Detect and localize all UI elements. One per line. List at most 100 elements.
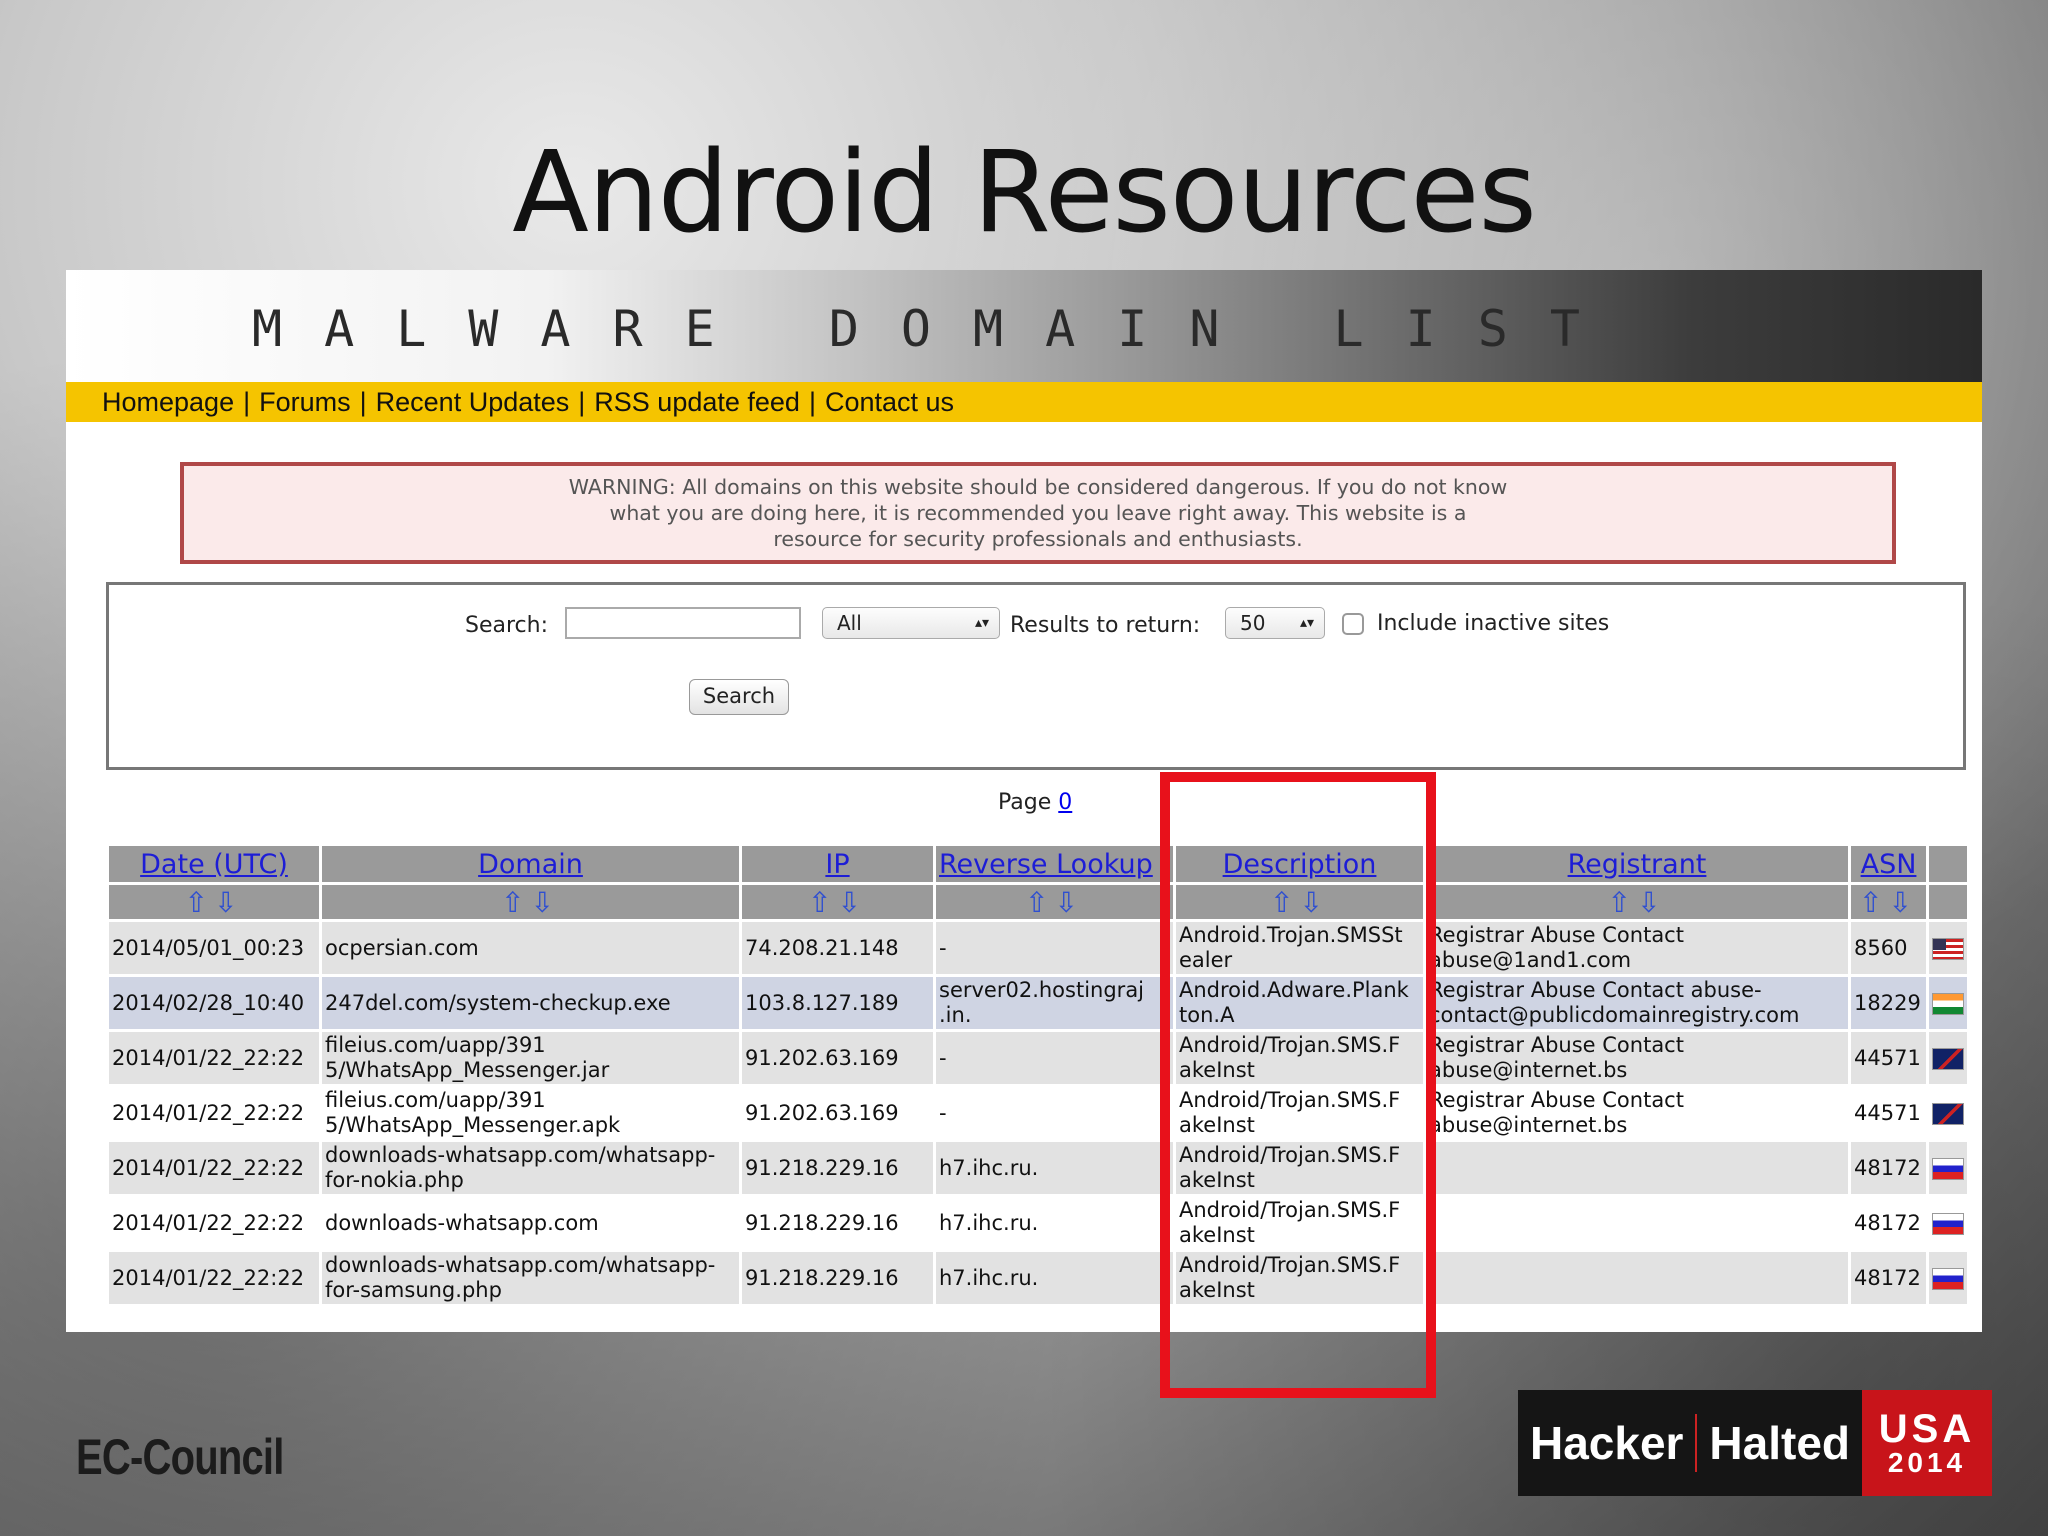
cell-reverse-lookup: h7.ihc.ru. <box>933 1139 1176 1197</box>
cell-asn: 48172 <box>1848 1249 1929 1307</box>
sort-link-asn[interactable]: ASN <box>1861 849 1917 880</box>
cell-ip: 103.8.127.189 <box>739 974 936 1032</box>
results-select-value: 50 <box>1240 611 1266 635</box>
logo-usa: USA <box>1878 1407 1976 1451</box>
col-header-domain: Domain <box>319 843 742 885</box>
cell-date: 2014/02/28_10:40 <box>106 974 322 1032</box>
nav-rss-feed[interactable]: RSS update feed <box>594 387 800 418</box>
cell-domain: downloads-whatsapp.com/whatsapp-for-noki… <box>319 1139 742 1197</box>
description-highlight-box <box>1160 772 1436 1398</box>
select-arrows-icon: ▴▾ <box>1299 615 1314 631</box>
cell-date: 2014/01/22_22:22 <box>106 1194 322 1252</box>
table-row: 2014/01/22_22:22 downloads-whatsapp.com/… <box>106 1249 1970 1307</box>
cell-domain: fileius.com/uapp/391 5/WhatsApp_Messenge… <box>319 1084 742 1142</box>
logo-word-hacker: Hacker <box>1529 1417 1684 1469</box>
slide-title: Android Resources <box>512 128 1537 258</box>
cell-domain: downloads-whatsapp.com <box>319 1194 742 1252</box>
sort-link-reverse-lookup[interactable]: Reverse Lookup <box>939 849 1153 880</box>
cell-asn: 8560 <box>1848 919 1929 977</box>
results-select[interactable]: 50 ▴▾ <box>1225 607 1325 639</box>
select-arrows-icon: ▴▾ <box>974 615 989 631</box>
logo-word-halted: Halted <box>1709 1417 1851 1469</box>
warning-text: WARNING: All domains on this website sho… <box>568 475 1508 551</box>
cell-reverse-lookup: server02.hostingraj .in. <box>933 974 1176 1032</box>
cell-registrant: - <box>1423 1194 1851 1252</box>
cell-asn: 48172 <box>1848 1139 1929 1197</box>
table-row: 2014/05/01_00:23 ocpersian.com 74.208.21… <box>106 919 1970 977</box>
cell-asn: 48172 <box>1848 1194 1929 1252</box>
malware-domain-list-page: MALWARE DOMAIN LIST Homepage | Forums | Re… <box>66 270 1982 1332</box>
cell-ip: 91.202.63.169 <box>739 1029 936 1087</box>
sort-link-domain[interactable]: Domain <box>478 849 583 880</box>
results-label: Results to return: <box>1010 613 1201 638</box>
search-panel: Search: All ▴▾ Results to return: 50 ▴▾ … <box>106 582 1966 770</box>
cell-date: 2014/01/22_22:22 <box>106 1029 322 1087</box>
cell-date: 2014/01/22_22:22 <box>106 1139 322 1197</box>
cell-domain: 247del.com/system-checkup.exe <box>319 974 742 1032</box>
table-row: 2014/01/22_22:22 downloads-whatsapp.com … <box>106 1194 1970 1252</box>
cell-asn: 18229 <box>1848 974 1929 1032</box>
site-logo[interactable]: MALWARE DOMAIN LIST <box>252 300 1622 358</box>
filter-select-value: All <box>837 611 862 635</box>
sort-arrows-icon[interactable]: ⇧⇩ <box>933 882 1176 922</box>
cell-date: 2014/05/01_00:23 <box>106 919 322 977</box>
cell-asn: 44571 <box>1848 1084 1929 1142</box>
sort-arrows-icon[interactable]: ⇧⇩ <box>319 882 742 922</box>
bahamas-flag-icon <box>1932 1047 1964 1070</box>
sort-link-date[interactable]: Date (UTC) <box>140 849 288 880</box>
cell-ip: 74.208.21.148 <box>739 919 936 977</box>
sort-arrows-icon[interactable]: ⇧⇩ <box>739 882 936 922</box>
cell-registrant: - <box>1423 1139 1851 1197</box>
pager-link-current[interactable]: 0 <box>1058 790 1072 815</box>
col-header-asn: ASN <box>1848 843 1929 885</box>
table-row: 2014/01/22_22:22 fileius.com/uapp/391 5/… <box>106 1029 1970 1087</box>
nav-bar: Homepage | Forums | Recent Updates | RSS up… <box>66 382 1982 422</box>
search-label: Search: <box>465 613 548 638</box>
cell-date: 2014/01/22_22:22 <box>106 1249 322 1307</box>
include-inactive-label: Include inactive sites <box>1377 611 1610 636</box>
cell-registrant: Registrar Abuse Contact abuse@internet.b… <box>1423 1084 1851 1142</box>
nav-recent-updates[interactable]: Recent Updates <box>376 387 570 418</box>
ec-council-logo: EC-Council <box>76 1429 284 1485</box>
col-header-registrant: Registrant <box>1423 843 1851 885</box>
cell-domain: downloads-whatsapp.com/whatsapp-for-sams… <box>319 1249 742 1307</box>
bahamas-flag-icon <box>1932 1102 1964 1125</box>
sort-arrows-icon[interactable]: ⇧⇩ <box>1848 882 1929 922</box>
india-flag-icon <box>1932 992 1964 1015</box>
cell-reverse-lookup: h7.ihc.ru. <box>933 1194 1176 1252</box>
include-inactive-checkbox[interactable] <box>1342 613 1364 635</box>
filter-select[interactable]: All ▴▾ <box>822 607 1000 639</box>
hacker-halted-logo: Hacker Halted USA 2014 <box>1518 1390 1992 1496</box>
table-row: 2014/01/22_22:22 downloads-whatsapp.com/… <box>106 1139 1970 1197</box>
cell-reverse-lookup: - <box>933 1084 1176 1142</box>
nav-forums[interactable]: Forums <box>259 387 351 418</box>
table-row: 2014/01/22_22:22 fileius.com/uapp/391 5/… <box>106 1084 1970 1142</box>
cell-reverse-lookup: - <box>933 919 1176 977</box>
nav-homepage[interactable]: Homepage <box>102 387 234 418</box>
warning-box: WARNING: All domains on this website sho… <box>180 462 1896 564</box>
cell-registrant: Registrar Abuse Contact abuse-contact@pu… <box>1423 974 1851 1032</box>
search-button[interactable]: Search <box>689 679 789 715</box>
cell-registrant: Registrar Abuse Contact abuse@1and1.com <box>1423 919 1851 977</box>
logo-year: 2014 <box>1887 1447 1967 1478</box>
sort-arrows-row: ⇧⇩ ⇧⇩ ⇧⇩ ⇧⇩ ⇧⇩ ⇧⇩ ⇧⇩ <box>106 882 1970 922</box>
sort-link-ip[interactable]: IP <box>825 849 849 880</box>
cell-ip: 91.218.229.16 <box>739 1139 936 1197</box>
nav-contact-us[interactable]: Contact us <box>825 387 954 418</box>
cell-registrant: - <box>1423 1249 1851 1307</box>
sort-arrows-icon[interactable]: ⇧⇩ <box>106 882 322 922</box>
site-banner: MALWARE DOMAIN LIST <box>66 270 1982 382</box>
col-header-reverse-lookup: Reverse Lookup <box>933 843 1176 885</box>
pager-label: Page <box>998 790 1052 815</box>
cell-asn: 44571 <box>1848 1029 1929 1087</box>
cell-ip: 91.218.229.16 <box>739 1194 936 1252</box>
cell-registrant: Registrar Abuse Contact abuse@internet.b… <box>1423 1029 1851 1087</box>
col-header-date: Date (UTC) <box>106 843 322 885</box>
search-input[interactable] <box>565 607 801 639</box>
cell-domain: ocpersian.com <box>319 919 742 977</box>
russia-flag-icon <box>1932 1267 1964 1290</box>
sort-arrows-icon[interactable]: ⇧⇩ <box>1423 882 1851 922</box>
russia-flag-icon <box>1932 1157 1964 1180</box>
sort-link-registrant[interactable]: Registrant <box>1568 849 1707 880</box>
table-row: 2014/02/28_10:40 247del.com/system-check… <box>106 974 1970 1032</box>
